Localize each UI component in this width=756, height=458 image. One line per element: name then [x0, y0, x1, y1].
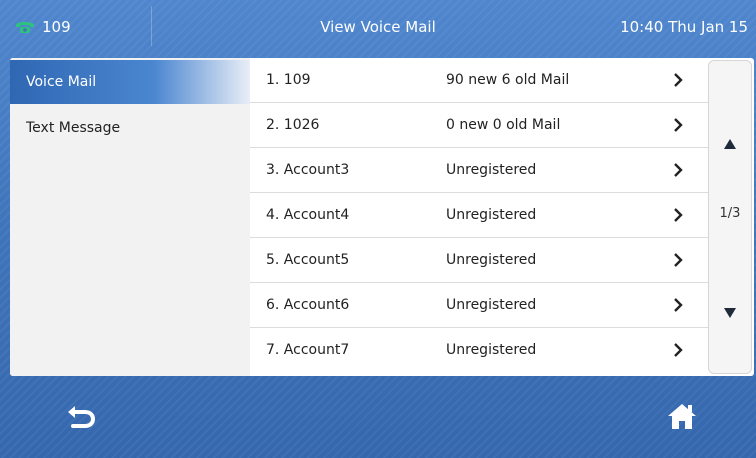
account-name: 3. Account3 [266, 162, 350, 178]
page-up-icon[interactable] [722, 137, 738, 151]
sidebar-item-label: Voice Mail [26, 74, 97, 90]
chevron-right-icon [674, 163, 683, 177]
mail-status: Unregistered [446, 252, 537, 268]
list-item[interactable]: 6. Account6 Unregistered [250, 283, 708, 328]
chevron-right-icon [674, 253, 683, 267]
chevron-right-icon [674, 298, 683, 312]
mail-status: 90 new 6 old Mail [446, 72, 570, 88]
account-name: 2. 1026 [266, 117, 320, 133]
list-item[interactable]: 4. Account4 Unregistered [250, 193, 708, 238]
title-bar: 109 View Voice Mail 10:40 Thu Jan 15 [0, 0, 756, 58]
list-item[interactable]: 3. Account3 Unregistered [250, 148, 708, 193]
list-item[interactable]: 2. 1026 0 new 0 old Mail [250, 103, 708, 148]
chevron-right-icon [674, 208, 683, 222]
sidebar-item-label: Text Message [26, 120, 121, 136]
sidebar-item-text-message[interactable]: Text Message [10, 106, 250, 150]
account-name: 6. Account6 [266, 297, 350, 313]
sidebar-item-voice-mail[interactable]: Voice Mail [10, 60, 250, 104]
account-name: 7. Account7 [266, 342, 350, 358]
sidebar: Voice Mail Text Message [10, 58, 250, 376]
account-list: 1. 109 90 new 6 old Mail 2. 1026 0 new 0… [250, 58, 708, 376]
back-icon [68, 406, 96, 428]
account-name: 4. Account4 [266, 207, 350, 223]
list-item[interactable]: 5. Account5 Unregistered [250, 238, 708, 283]
mail-status: Unregistered [446, 162, 537, 178]
chevron-right-icon [674, 343, 683, 357]
account-name: 5. Account5 [266, 252, 350, 268]
chevron-right-icon [674, 73, 683, 87]
list-item[interactable]: 7. Account7 Unregistered [250, 328, 708, 373]
home-icon [668, 404, 696, 429]
back-button[interactable] [56, 396, 106, 436]
clock: 10:40 Thu Jan 15 [620, 18, 748, 36]
page-indicator: 1/3 [719, 206, 741, 221]
mail-status: Unregistered [446, 297, 537, 313]
mail-status: 0 new 0 old Mail [446, 117, 561, 133]
chevron-right-icon [674, 118, 683, 132]
mail-status: Unregistered [446, 342, 537, 358]
mail-status: Unregistered [446, 207, 537, 223]
page-down-icon[interactable] [722, 306, 738, 320]
home-button[interactable] [657, 396, 707, 436]
main-panel: Voice Mail Text Message 1. 109 90 new 6 … [10, 58, 754, 376]
list-item[interactable]: 1. 109 90 new 6 old Mail [250, 58, 708, 103]
page-scroller: 1/3 [708, 60, 752, 374]
account-name: 1. 109 [266, 72, 311, 88]
